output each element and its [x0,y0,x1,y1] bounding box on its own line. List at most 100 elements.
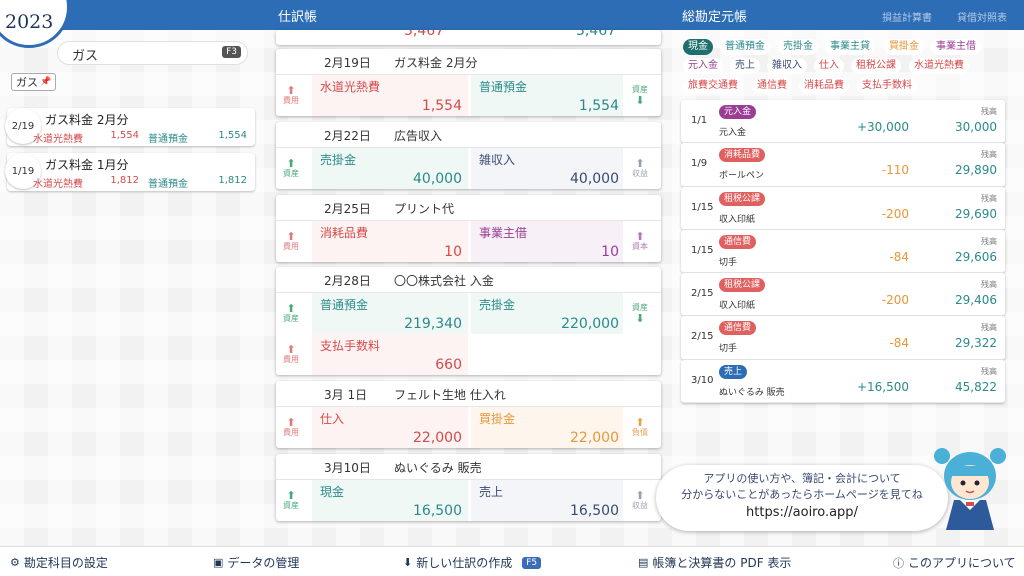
ledger-balance: 29,606 [955,249,997,264]
arrow-up-icon: ⬆ [635,489,645,502]
data-management-button[interactable]: ▣ データの管理 [213,554,299,571]
account-chip[interactable]: 事業主貸 [825,39,875,55]
account-chip[interactable]: 旅費交通費 [683,78,743,94]
pin-icon[interactable]: 📌 [40,77,51,87]
credit-amount: 40,000 [570,171,619,187]
entry-header: 2月19日 ガス料金 2月分 [276,49,661,75]
arrow-down-icon: ⬇ [635,94,645,107]
ledger-row[interactable]: 1/1 元入金 元入金 +30,000 残高 30,000 [681,100,1005,144]
search-result[interactable]: 1/19 ガス料金 1月分 水道光熱費 1,812 普通預金 1,812 [5,153,255,191]
filter-chip[interactable]: ガス 📌 [11,73,57,91]
account-chip[interactable]: 元入金 [683,58,723,74]
credit-account: 普通預金 [479,80,528,94]
balance-label: 残高 [981,236,997,246]
result-debit: 水道光熱費 [33,179,83,190]
debit-account: 普通預金 [320,298,369,312]
credit-cell[interactable]: 普通預金 1,554 [471,75,623,116]
new-entry-button[interactable]: ⬇ 新しい仕訳の作成 F5 [403,554,542,571]
ledger-amount: +16,500 [856,379,909,394]
about-button[interactable]: ⓘ このアプリについて [893,554,1016,571]
ledger-row[interactable]: 1/15 通信費 切手 -84 残高 29,606 [681,229,1005,274]
help-bubble[interactable]: アプリの使い方や、簿記・会計について 分からないことがあったらホームページを見て… [656,465,948,531]
profit-loss-link[interactable]: 損益計算書 [882,9,932,24]
balance-sheet-link[interactable]: 貸借対照表 [957,9,1007,24]
ledger-row[interactable]: 3/10 売上 ぬいぐるみ 販売 +16,500 残高 45,822 [681,359,1005,404]
capital-tag: ⬆ 資本 [632,230,648,251]
file-icon: ▤ [638,556,649,569]
debit-cell[interactable]: 仕入 22,000 [312,407,468,448]
credit-account: 事業主借 [479,226,528,240]
credit-cell[interactable]: 売上 16,500 [471,480,623,521]
pdf-button[interactable]: ▤ 帳簿と決算書の PDF 表示 [638,554,791,571]
journal-entry[interactable]: 3月 1日 フェルト生地 仕入れ ⬆ 費用 仕入 22,000 買掛金 22,00… [276,381,661,448]
journal-entry-partial[interactable]: 3,467 3,467 [276,30,661,45]
credit-cell[interactable]: 買掛金 22,000 [471,407,623,448]
ledger-amount: -200 [881,293,909,308]
info-icon: ⓘ [893,556,904,570]
ledger-description: ぬいぐるみ 販売 [719,387,785,398]
arrow-up-icon: ⬆ [635,416,645,429]
ledger-balance: 29,890 [955,163,997,178]
ledger-balance: 29,690 [955,206,997,221]
asset-tag: ⬆ 資産 [283,302,299,323]
balance-label: 残高 [981,280,997,290]
help-url[interactable]: https://aoiro.app/ [656,505,948,521]
credit-cell[interactable]: 事業主借 10 [471,221,623,262]
entry-description: プリント代 [394,202,455,216]
search-input[interactable]: ガス F3 [58,42,247,64]
account-chip[interactable]: 租税公課 [851,58,901,74]
account-chip[interactable]: 消耗品費 [799,78,849,94]
search-result[interactable]: 2/19 ガス料金 2月分 水道光熱費 1,554 普通預金 1,554 [5,108,255,146]
account-chip[interactable]: 売掛金 [778,39,818,55]
debit-cell[interactable]: 普通預金 219,340 [312,293,468,334]
account-chip-genkin[interactable]: 現金 [683,39,713,55]
ledger-row[interactable]: 2/15 租税公課 収入印紙 -200 残高 29,406 [681,273,1005,317]
debit-cell[interactable]: 水道光熱費 1,554 [312,75,468,116]
result-title: ガス料金 1月分 [45,158,129,172]
debit-cell[interactable]: 売掛金 40,000 [312,148,468,189]
debit-amount: 1,554 [421,98,462,114]
debit-cell[interactable]: 消耗品費 10 [312,221,468,262]
ledger-row[interactable]: 1/9 消耗品費 ボールペン -110 残高 29,890 [681,143,1005,187]
account-chip[interactable]: 通信費 [752,78,792,94]
ledger-account-badge: 通信費 [719,321,757,336]
account-chip[interactable]: 水道光熱費 [909,58,969,74]
asset-tag: ⬆ 資産 [283,489,299,510]
credit-cell[interactable]: 売掛金 220,000 [471,293,623,334]
journal-entry[interactable]: 2月19日 ガス料金 2月分 ⬆ 費用 水道光熱費 1,554 普通預金 1,55… [276,49,661,116]
journal-entry[interactable]: 2月22日 広告収入 ⬆ 資産 売掛金 40,000 雑収入 40,000 ⬆ 収益 [276,122,661,189]
arrow-up-icon: ⬆ [286,343,296,356]
ledger-amount: -84 [889,336,909,351]
entry-date: 2月19日 [324,56,371,70]
balance-label: 残高 [981,150,997,160]
journal-entry[interactable]: 3月10日 ぬいぐるみ 販売 ⬆ 資産 現金 16,500 売上 16,500 ⬆… [276,454,661,521]
accounts-settings-button[interactable]: ⚙ 勘定科目の設定 [10,554,108,571]
account-chip[interactable]: 支払手数料 [857,78,917,94]
entry-header: 3月 1日 フェルト生地 仕入れ [276,381,661,407]
account-chip[interactable]: 事業主借 [931,39,981,55]
ledger-row[interactable]: 1/15 租税公課 収入印紙 -200 残高 29,690 [681,186,1005,230]
balance-label: 残高 [981,323,997,333]
entry-description: 〇〇株式会社 入金 [394,274,494,288]
account-chip[interactable]: 普通預金 [720,39,770,55]
debit-cell[interactable]: 現金 16,500 [312,480,468,521]
account-chip[interactable]: 買掛金 [884,39,924,55]
debit-amount: 40,000 [413,171,462,187]
top-bar: 仕訳帳 総勘定元帳 損益計算書 貸借対照表 [0,0,1024,30]
account-chip[interactable]: 雑収入 [767,58,807,74]
search-value: ガス [72,49,99,64]
journal-entry[interactable]: 2月25日 プリント代 ⬆ 費用 消耗品費 10 事業主借 10 ⬆ 資本 [276,195,661,262]
ledger-row[interactable]: 2/15 通信費 切手 -84 残高 29,322 [681,316,1005,360]
credit-cell[interactable]: 雑収入 40,000 [471,148,623,189]
credit-account: 買掛金 [479,412,516,426]
account-chip[interactable]: 仕入 [814,58,844,74]
ledger-title: 総勘定元帳 [682,10,748,25]
save-icon: ▣ [213,556,224,569]
journal-entry[interactable]: 2月28日 〇〇株式会社 入金 ⬆ 資産 普通預金 219,340 売掛金 220… [276,267,661,375]
ledger-date: 1/15 [691,201,714,213]
asset-tag: 資産 ⬇ [632,303,648,325]
result-debit-amount: 1,812 [110,175,139,186]
account-chip[interactable]: 売上 [730,58,760,74]
debit-cell[interactable]: 支払手数料 660 [312,334,468,375]
credit-account: 売上 [479,485,504,499]
